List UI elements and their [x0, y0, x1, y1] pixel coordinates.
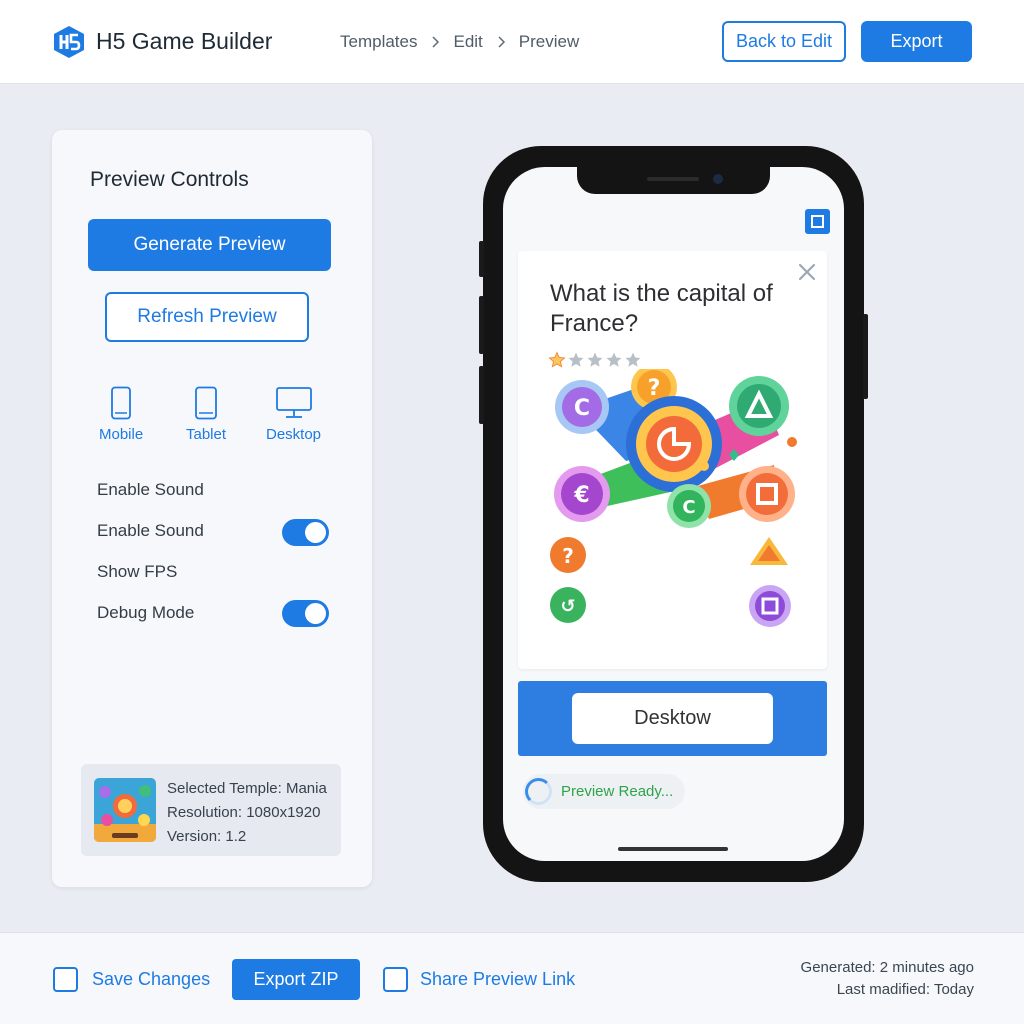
preview-status: Preview Ready... — [523, 774, 685, 809]
home-indicator — [618, 847, 728, 851]
share-link-checkbox[interactable] — [383, 967, 408, 992]
save-changes-label[interactable]: Save Changes — [92, 969, 210, 990]
resolution-text: Resolution: 1080x1920 — [167, 804, 321, 821]
app-title: H5 Game Builder — [96, 28, 273, 54]
phone-screen: What is the capital of France? C ? € C ?… — [503, 167, 844, 861]
loading-spinner-icon — [525, 778, 552, 805]
cta-bar: Desktow — [518, 681, 827, 756]
svg-text:C: C — [574, 396, 590, 421]
phone-side-button — [479, 241, 484, 277]
debug-mode-label: Debug Mode — [97, 603, 195, 622]
footer-bar: Save Changes Export ZIP Share Preview Li… — [0, 932, 1024, 1024]
device-desktop[interactable]: Desktop — [266, 386, 321, 443]
h5-logo-icon — [54, 26, 84, 58]
svg-text:?: ? — [562, 544, 574, 568]
enable-sound-toggle[interactable] — [282, 519, 329, 546]
mobile-icon — [111, 386, 131, 420]
svg-text:↺: ↺ — [560, 596, 575, 617]
phone-side-button — [479, 366, 484, 424]
toggle-knob — [305, 522, 326, 543]
last-modified: Last madified: Today — [836, 981, 974, 998]
star-filled-icon — [548, 351, 566, 368]
device-tablet[interactable]: Tablet — [186, 386, 226, 443]
preview-status-text: Preview Ready... — [561, 783, 674, 800]
desktop-icon — [275, 387, 312, 418]
camera-icon — [713, 174, 723, 184]
phone-frame: What is the capital of France? C ? € C ?… — [479, 146, 868, 882]
export-button[interactable]: Export — [861, 21, 972, 62]
chevron-right-icon — [498, 36, 505, 48]
question-text: What is the capital of France? — [550, 280, 773, 337]
preview-controls-panel: Preview Controls Generate Preview Refres… — [52, 130, 372, 887]
fullscreen-icon[interactable] — [805, 209, 830, 234]
panel-title: Preview Controls — [90, 168, 249, 191]
generated-time: Generated: 2 minutes ago — [800, 959, 974, 976]
svg-text:€: € — [573, 483, 589, 508]
phone-side-button — [863, 314, 868, 399]
speaker-grille — [647, 177, 699, 181]
desktop-preview-button[interactable]: Desktow — [572, 693, 773, 744]
breadcrumb-edit[interactable]: Edit — [453, 32, 482, 52]
device-label: Desktop — [266, 426, 322, 443]
svg-text:C: C — [682, 497, 695, 518]
export-zip-button[interactable]: Export ZIP — [232, 959, 360, 1000]
breadcrumb-preview: Preview — [518, 32, 580, 51]
game-question-card: What is the capital of France? C ? € C ?… — [518, 251, 827, 669]
device-label: Tablet — [186, 426, 227, 443]
version-text: Version: 1.2 — [167, 828, 247, 845]
debug-mode-toggle[interactable] — [282, 600, 329, 627]
rating-stars — [548, 351, 642, 369]
device-mobile[interactable]: Mobile — [99, 386, 143, 443]
star-empty-icon — [625, 352, 641, 367]
breadcrumb: Templates Edit Preview — [340, 32, 579, 52]
template-info-card: Selected Templе: Mania Resolution: 1080x… — [81, 764, 341, 856]
save-changes-checkbox[interactable] — [53, 967, 78, 992]
enable-sound-label: Enable Sound — [97, 521, 204, 540]
phone-notch — [577, 167, 770, 194]
template-thumbnail — [94, 778, 156, 842]
game-illustration: C ? € C ? ↺ — [550, 369, 797, 627]
phone-side-button — [479, 296, 484, 354]
show-fps-label: Show FPS — [97, 562, 178, 581]
top-header: H5 Game Builder Templates Edit Preview B… — [0, 0, 1024, 84]
chevron-right-icon — [432, 36, 440, 48]
refresh-preview-button[interactable]: Refresh Preview — [105, 292, 309, 342]
svg-text:?: ? — [648, 376, 661, 401]
toggle-knob — [305, 603, 326, 624]
device-label: Mobile — [99, 426, 144, 443]
generate-preview-button[interactable]: Generate Preview — [88, 219, 331, 271]
star-empty-icon — [606, 352, 622, 367]
star-empty-icon — [587, 352, 603, 367]
enable-sound-label: Enable Sound — [97, 480, 204, 499]
tablet-icon — [195, 386, 217, 420]
back-to-edit-button[interactable]: Back to Edit — [722, 21, 846, 62]
selected-template-text: Selected Templе: Mania — [167, 780, 327, 797]
share-preview-link[interactable]: Share Preview Link — [420, 969, 575, 990]
star-empty-icon — [568, 352, 584, 367]
breadcrumb-templates[interactable]: Templates — [340, 32, 417, 52]
